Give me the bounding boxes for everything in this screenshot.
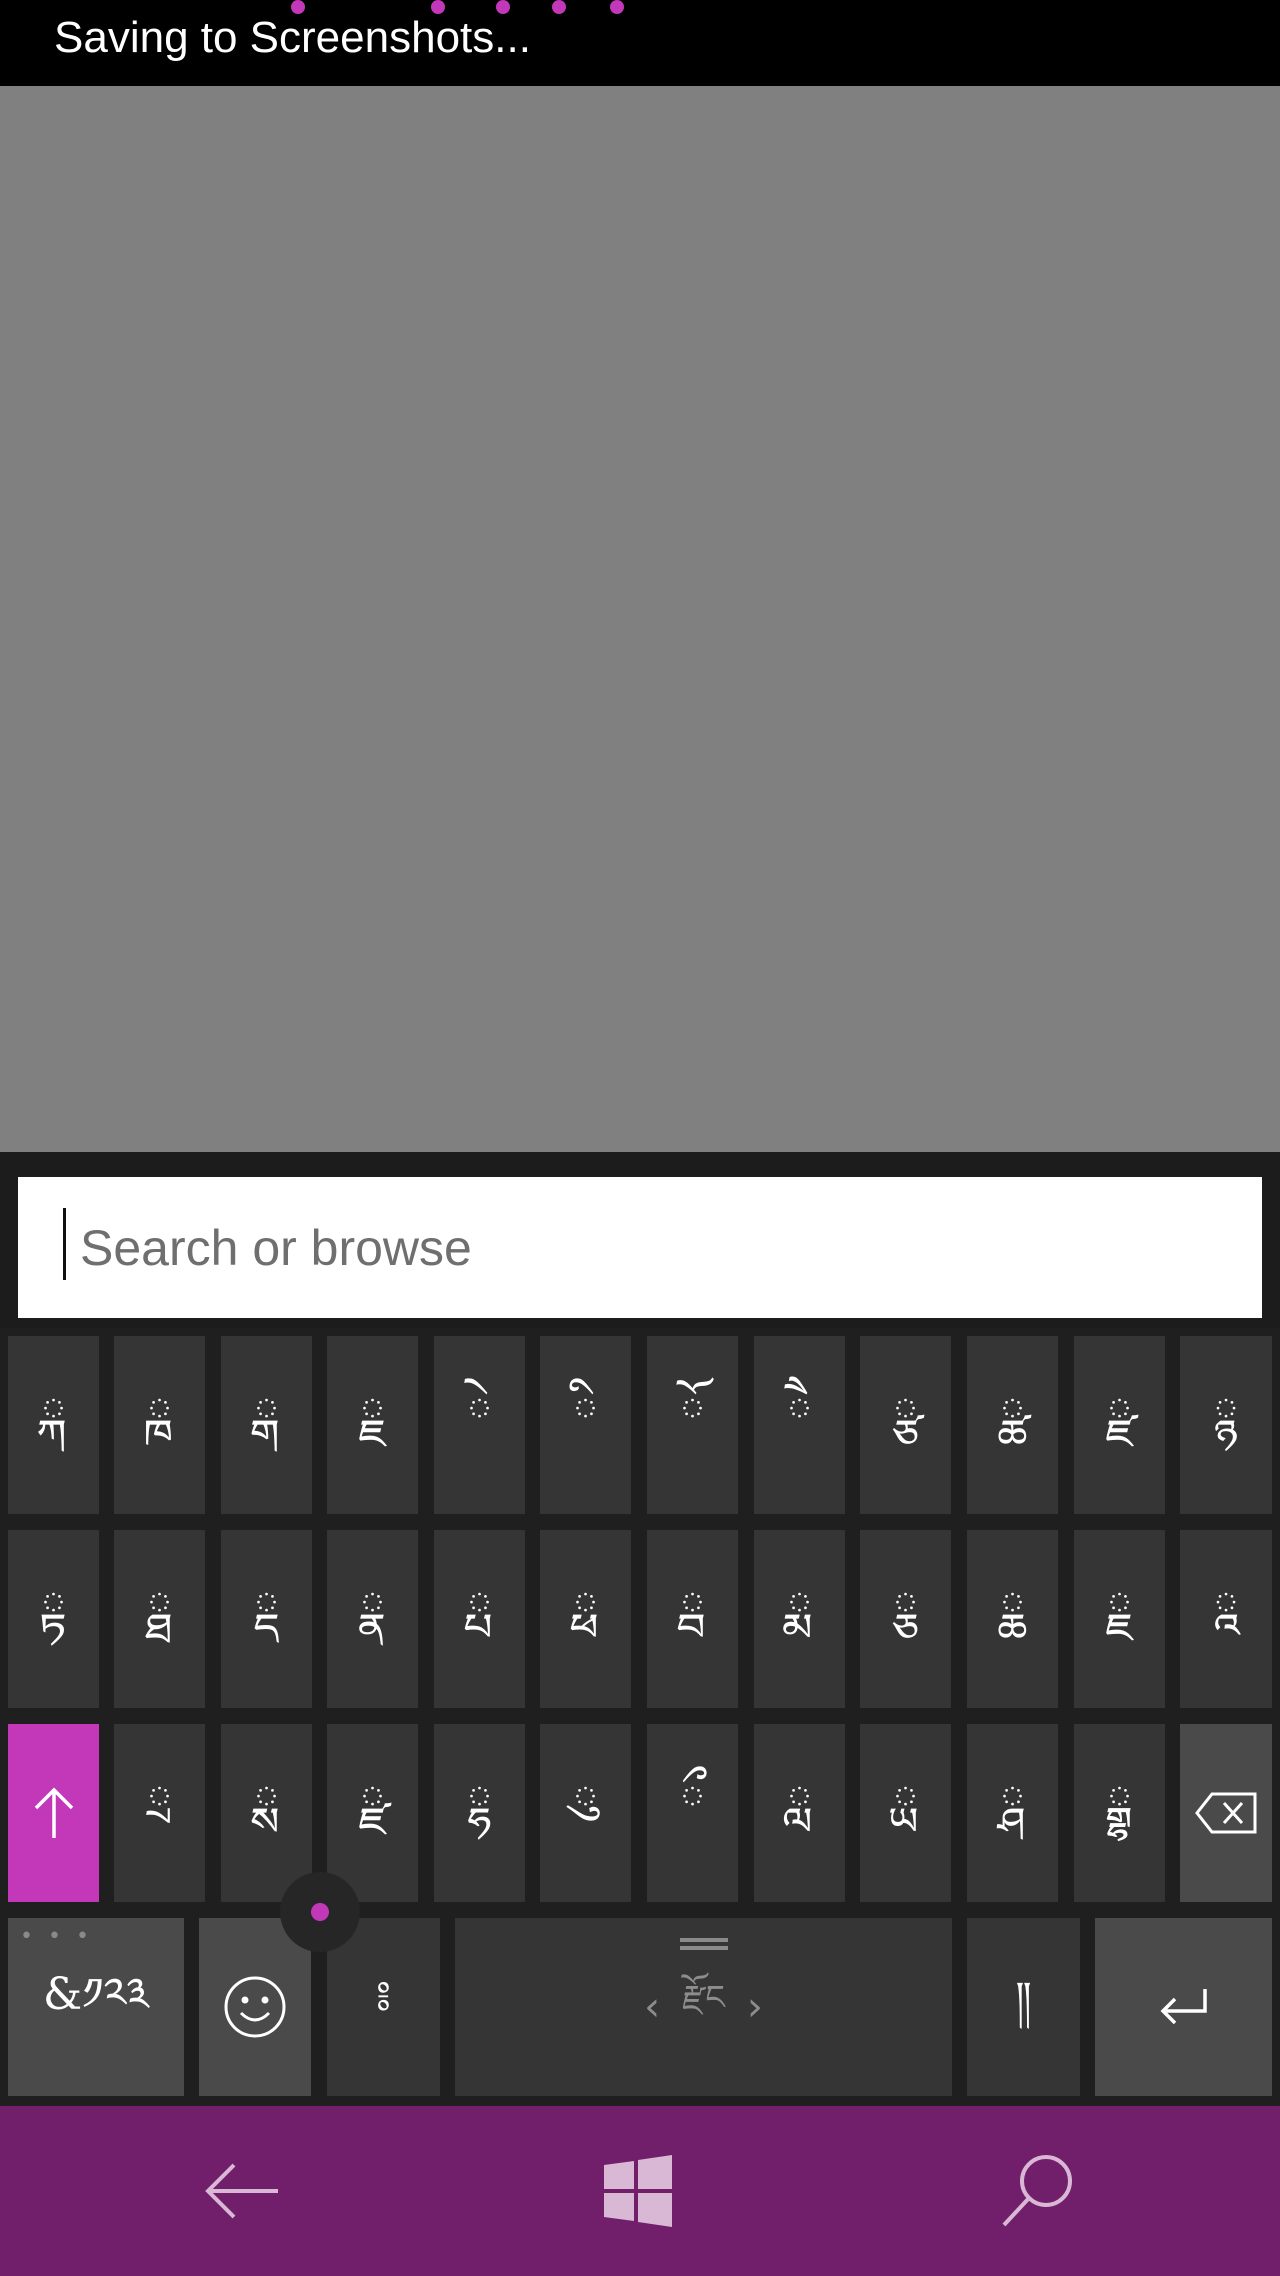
punctuation-key[interactable]: ༔ bbox=[327, 1918, 440, 2096]
status-text: Saving to Screenshots... bbox=[54, 13, 531, 62]
progress-dot bbox=[291, 0, 305, 14]
key-row2-11[interactable]: ྗ bbox=[1074, 1530, 1165, 1708]
enter-key[interactable] bbox=[1095, 1918, 1272, 2096]
text-caret bbox=[63, 1208, 66, 1280]
chevron-right-icon: › bbox=[746, 1984, 763, 2030]
content-area bbox=[0, 86, 1280, 1152]
status-bar: Saving to Screenshots... bbox=[0, 0, 1280, 86]
shift-key[interactable] bbox=[8, 1724, 99, 1902]
key-row2-6[interactable]: ྥ bbox=[540, 1530, 631, 1708]
shad-key[interactable]: ༎ bbox=[967, 1918, 1080, 2096]
symbols-key[interactable]: • • • &༡༢༣ bbox=[8, 1918, 184, 2096]
key-row1-9[interactable]: ྩ bbox=[860, 1336, 951, 1514]
progress-dot bbox=[552, 0, 566, 14]
key-row1-1[interactable]: ྐ bbox=[8, 1336, 99, 1514]
key-row1-2[interactable]: ྑ bbox=[114, 1336, 205, 1514]
key-row2-3[interactable]: ྡ bbox=[221, 1530, 312, 1708]
back-button[interactable] bbox=[182, 2136, 302, 2246]
backspace-icon bbox=[1195, 1792, 1257, 1834]
key-row2-9[interactable]: ྕ bbox=[860, 1530, 951, 1708]
back-arrow-icon bbox=[205, 2163, 278, 2219]
key-row3-3[interactable]: ྫ bbox=[327, 1724, 418, 1902]
key-row2-12[interactable]: ྰ bbox=[1180, 1530, 1272, 1708]
enter-icon bbox=[1160, 1989, 1207, 2025]
search-input[interactable] bbox=[18, 1177, 1262, 1318]
search-button[interactable] bbox=[978, 2136, 1098, 2246]
chevron-left-icon: ‹ bbox=[644, 1984, 661, 2030]
cursor-control-dot bbox=[311, 1903, 329, 1921]
smiley-icon bbox=[224, 1976, 286, 2038]
key-row3-9[interactable]: ྴ bbox=[967, 1724, 1058, 1902]
space-grip bbox=[680, 1946, 728, 1950]
key-row3-2[interactable]: ྶ bbox=[221, 1724, 312, 1902]
key-row3-5[interactable]: ུ bbox=[540, 1724, 631, 1902]
key-row3-4[interactable]: ྷ bbox=[434, 1724, 525, 1902]
start-button[interactable] bbox=[578, 2136, 698, 2246]
search-icon bbox=[1002, 2155, 1072, 2227]
space-key[interactable]: ‹ རྫོང › bbox=[455, 1918, 952, 2096]
backspace-key[interactable] bbox=[1180, 1724, 1272, 1902]
key-row1-7[interactable]: ོ bbox=[647, 1336, 738, 1514]
key-row1-3[interactable]: ྒ bbox=[221, 1336, 312, 1514]
key-row1-8[interactable]: ཻ bbox=[754, 1336, 845, 1514]
key-row2-2[interactable]: ྠ bbox=[114, 1530, 205, 1708]
windows-logo-icon bbox=[604, 2155, 672, 2227]
emoji-key[interactable] bbox=[199, 1918, 311, 2096]
navigation-bar bbox=[0, 2106, 1280, 2276]
key-row1-11[interactable]: ྫ bbox=[1074, 1336, 1165, 1514]
key-row1-10[interactable]: ྪ bbox=[967, 1336, 1058, 1514]
key-row3-8[interactable]: ྻ bbox=[860, 1724, 951, 1902]
search-box[interactable] bbox=[18, 1177, 1262, 1318]
progress-dot bbox=[496, 0, 510, 14]
cursor-control[interactable] bbox=[280, 1872, 360, 1952]
key-row2-4[interactable]: ྣ bbox=[327, 1530, 418, 1708]
key-row1-12[interactable]: ྙ bbox=[1180, 1336, 1272, 1514]
key-row3-6[interactable]: ྀ bbox=[647, 1724, 738, 1902]
key-row2-10[interactable]: ྖ bbox=[967, 1530, 1058, 1708]
key-row2-5[interactable]: ྤ bbox=[434, 1530, 525, 1708]
key-row2-7[interactable]: ྦ bbox=[647, 1530, 738, 1708]
shift-arrow-icon bbox=[34, 1787, 73, 1838]
key-row2-1[interactable]: ྟ bbox=[8, 1530, 99, 1708]
progress-dot bbox=[610, 0, 624, 14]
key-row1-4[interactable]: ྗ bbox=[327, 1336, 418, 1514]
more-dots: • • • bbox=[20, 1924, 93, 1949]
key-row1-5[interactable]: ེ bbox=[434, 1336, 525, 1514]
progress-dot bbox=[431, 0, 445, 14]
key-row3-1[interactable]: ྲ bbox=[114, 1724, 205, 1902]
keyboard: ྐ ྑ ྒ ྗ ེ ི ོ ཻ ྩ ྪ ྫ ྙ ྟ ྠ ྡ ྣ ྤ ྥ ྦ ྨ … bbox=[0, 1328, 1280, 2106]
key-row3-10[interactable]: ྒྷ bbox=[1074, 1724, 1165, 1902]
key-row1-6[interactable]: ི bbox=[540, 1336, 631, 1514]
key-row3-7[interactable]: ླ bbox=[754, 1724, 845, 1902]
key-row2-8[interactable]: ྨ bbox=[754, 1530, 845, 1708]
space-grip bbox=[680, 1938, 728, 1942]
